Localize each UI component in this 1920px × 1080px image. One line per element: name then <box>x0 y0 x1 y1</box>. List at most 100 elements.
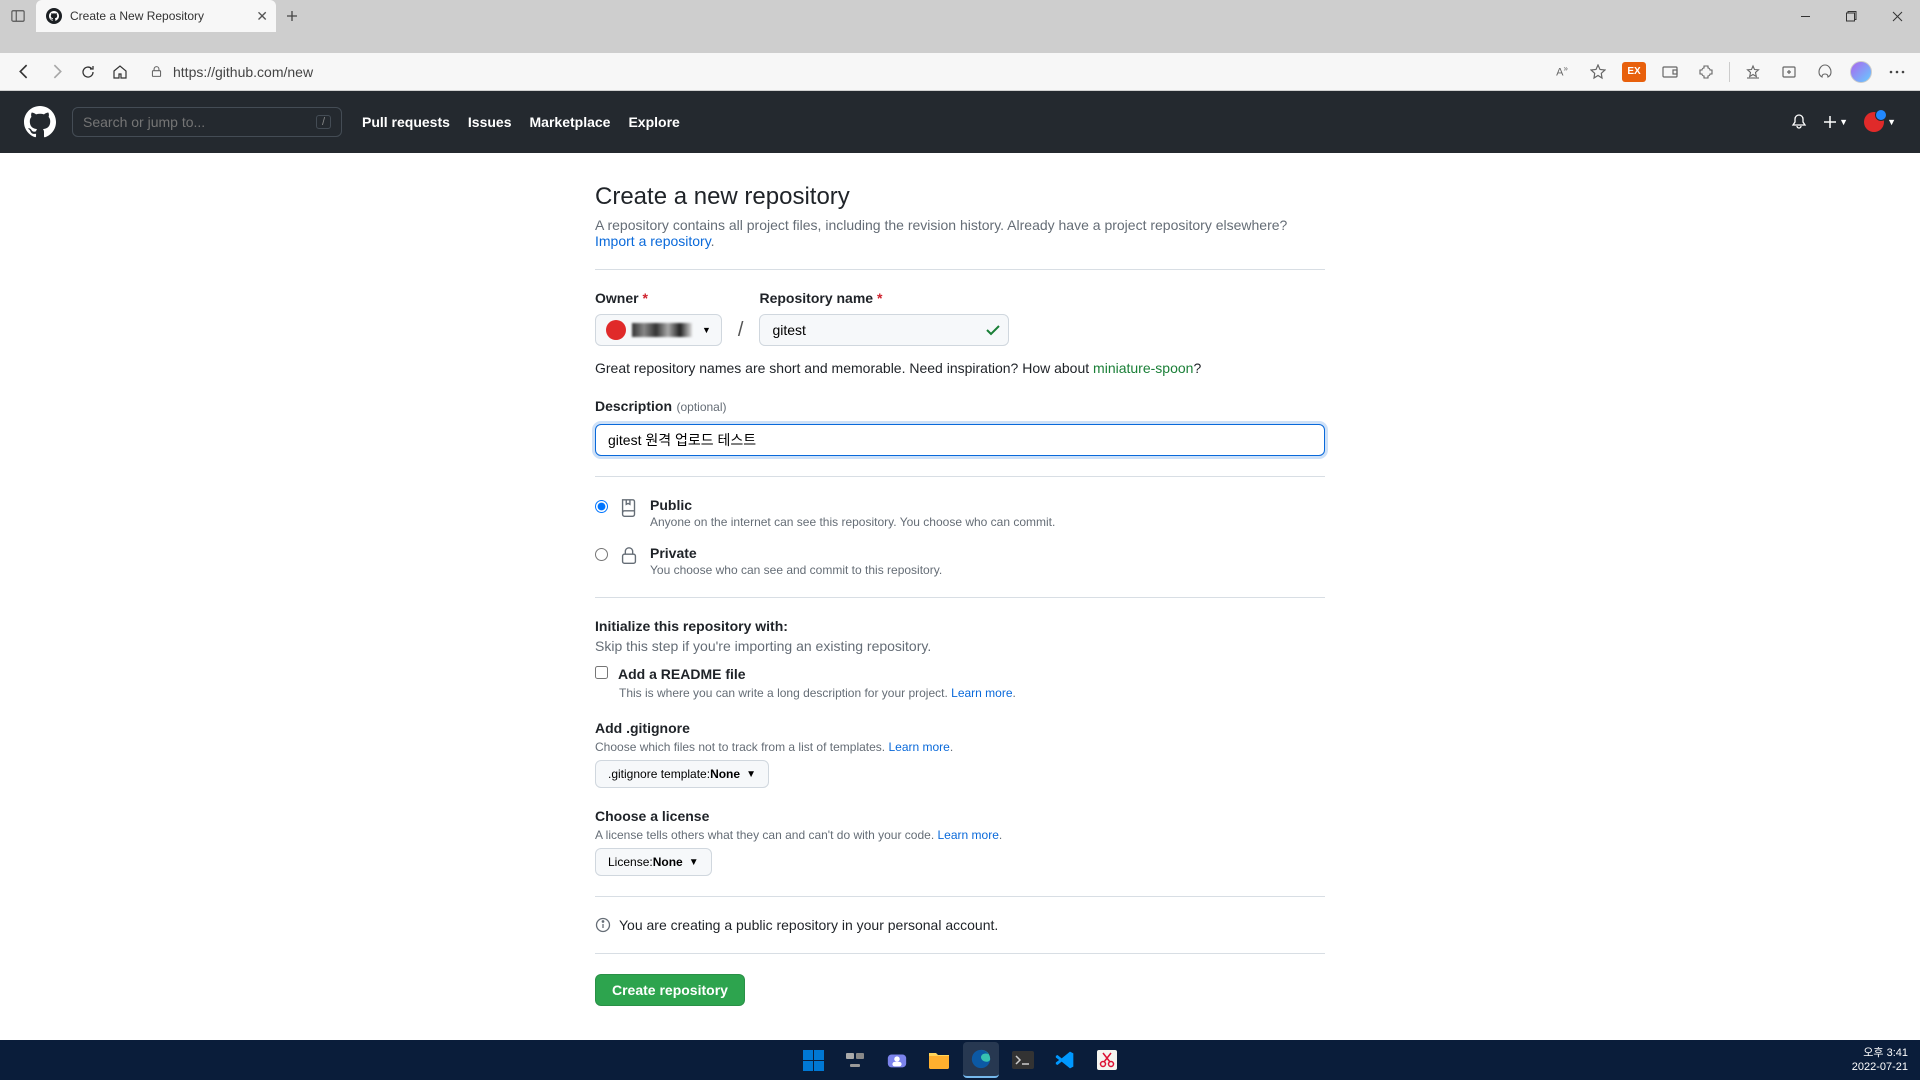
readme-sub: This is where you can write a long descr… <box>619 686 1325 700</box>
owner-label: Owner * <box>595 290 722 306</box>
description-field: Description (optional) <box>595 398 1325 416</box>
suggestion-link[interactable]: miniature-spoon <box>1093 360 1193 376</box>
github-logo-icon <box>24 106 56 138</box>
forward-button[interactable] <box>40 56 72 88</box>
task-view-icon <box>845 1052 865 1068</box>
taskbar-app-teams[interactable] <box>879 1042 915 1078</box>
gitignore-sub: Choose which files not to track from a l… <box>595 740 1325 754</box>
info-icon <box>595 917 611 933</box>
profile-button[interactable] <box>1846 57 1876 87</box>
github-search[interactable]: / <box>72 107 342 137</box>
gitignore-learn-more-link[interactable]: Learn more <box>888 740 949 754</box>
bell-icon <box>1791 114 1807 130</box>
lock-icon <box>618 545 640 567</box>
more-button[interactable] <box>1882 57 1912 87</box>
terminal-icon <box>1012 1051 1034 1069</box>
readme-label: Add a README file <box>618 666 746 682</box>
license-title: Choose a license <box>595 808 1325 824</box>
profile-avatar-icon <box>1850 61 1872 83</box>
browser-tab[interactable]: Create a New Repository ✕ <box>36 0 276 32</box>
separator <box>1729 62 1730 82</box>
notifications-button[interactable] <box>1791 114 1807 130</box>
wallet-button[interactable] <box>1655 57 1685 87</box>
extension-button[interactable]: EX <box>1619 57 1649 87</box>
edge-icon <box>970 1048 992 1070</box>
lock-icon <box>150 65 163 78</box>
nav-pulls[interactable]: Pull requests <box>362 114 450 130</box>
description-input[interactable] <box>595 424 1325 456</box>
github-logo[interactable] <box>24 106 56 138</box>
search-input[interactable] <box>83 114 316 130</box>
collections-button[interactable] <box>1774 57 1804 87</box>
reponame-input[interactable] <box>759 314 1009 346</box>
tab-actions-button[interactable] <box>4 2 32 30</box>
profile-menu-button[interactable]: ▼ <box>1864 112 1896 132</box>
plus-icon <box>286 10 298 22</box>
close-button[interactable] <box>1874 0 1920 32</box>
maximize-button[interactable] <box>1828 0 1874 32</box>
vscode-icon <box>1055 1050 1075 1070</box>
minimize-button[interactable] <box>1782 0 1828 32</box>
read-aloud-button[interactable]: A» <box>1547 57 1577 87</box>
address-bar[interactable]: https://github.com/new <box>140 58 1539 86</box>
caret-down-icon: ▼ <box>746 769 756 780</box>
owner-select[interactable]: ▼ <box>595 314 722 346</box>
owner-field: Owner * ▼ <box>595 290 722 346</box>
home-button[interactable] <box>104 56 136 88</box>
tab-bar: Create a New Repository ✕ <box>0 0 1920 32</box>
github-nav: Pull requests Issues Marketplace Explore <box>362 114 680 130</box>
nav-marketplace[interactable]: Marketplace <box>530 114 611 130</box>
public-radio[interactable] <box>595 500 608 513</box>
gitignore-title: Add .gitignore <box>595 720 1325 736</box>
start-button[interactable] <box>795 1042 831 1078</box>
caret-down-icon: ▼ <box>689 857 699 868</box>
license-learn-more-link[interactable]: Learn more <box>938 828 999 842</box>
favorites-star-button[interactable] <box>1583 57 1613 87</box>
taskbar-app-vscode[interactable] <box>1047 1042 1083 1078</box>
taskbar-app-terminal[interactable] <box>1005 1042 1041 1078</box>
readme-learn-more-link[interactable]: Learn more <box>951 686 1012 700</box>
readme-checkbox[interactable] <box>595 666 608 679</box>
license-sub: A license tells others what they can and… <box>595 828 1325 842</box>
owner-username <box>632 323 692 337</box>
tab-close-button[interactable]: ✕ <box>256 8 268 25</box>
reponame-field: Repository name * <box>759 290 1009 346</box>
github-favicon <box>46 8 62 24</box>
nav-issues[interactable]: Issues <box>468 114 512 130</box>
license-button[interactable]: License: None▼ <box>595 848 712 876</box>
user-avatar-icon <box>1864 112 1884 132</box>
create-new-button[interactable]: ▼ <box>1823 115 1848 129</box>
public-desc: Anyone on the internet can see this repo… <box>650 515 1055 529</box>
github-header-right: ▼ ▼ <box>1791 112 1896 132</box>
back-button[interactable] <box>8 56 40 88</box>
favorites-button[interactable] <box>1738 57 1768 87</box>
extensions-button[interactable] <box>1691 57 1721 87</box>
scissors-icon <box>1097 1050 1117 1070</box>
plus-icon <box>1823 115 1837 129</box>
name-suggestion: Great repository names are short and mem… <box>595 360 1325 376</box>
tab-title: Create a New Repository <box>70 9 204 23</box>
visibility-private-row: Private You choose who can see and commi… <box>595 545 1325 577</box>
gitignore-template-button[interactable]: .gitignore template: None▼ <box>595 760 769 788</box>
page-content: Create a new repository A repository con… <box>0 153 1920 1078</box>
taskbar-app-explorer[interactable] <box>921 1042 957 1078</box>
refresh-button[interactable] <box>72 56 104 88</box>
taskbar-app-edge[interactable] <box>963 1042 999 1078</box>
taskbar-apps <box>795 1042 1125 1078</box>
task-view-button[interactable] <box>837 1042 873 1078</box>
browser-toolbar-right: A» EX <box>1547 57 1912 87</box>
taskbar-app-snipping[interactable] <box>1089 1042 1125 1078</box>
import-repo-link[interactable]: Import a repository <box>595 233 711 249</box>
caret-down-icon: ▼ <box>702 325 711 335</box>
new-tab-button[interactable] <box>278 2 306 30</box>
browser-essentials-button[interactable] <box>1810 57 1840 87</box>
github-header: / Pull requests Issues Marketplace Explo… <box>0 91 1920 153</box>
slash-separator: / <box>738 319 744 342</box>
create-repository-button[interactable]: Create repository <box>595 974 745 1006</box>
private-radio[interactable] <box>595 548 608 561</box>
windows-logo-icon <box>803 1050 824 1071</box>
nav-explore[interactable]: Explore <box>628 114 679 130</box>
taskbar-clock[interactable]: 오후 3:41 2022-07-21 <box>1852 1046 1908 1075</box>
owner-name-row: Owner * ▼ / Repository name * <box>595 290 1325 346</box>
time-text: 오후 3:41 <box>1852 1046 1908 1060</box>
